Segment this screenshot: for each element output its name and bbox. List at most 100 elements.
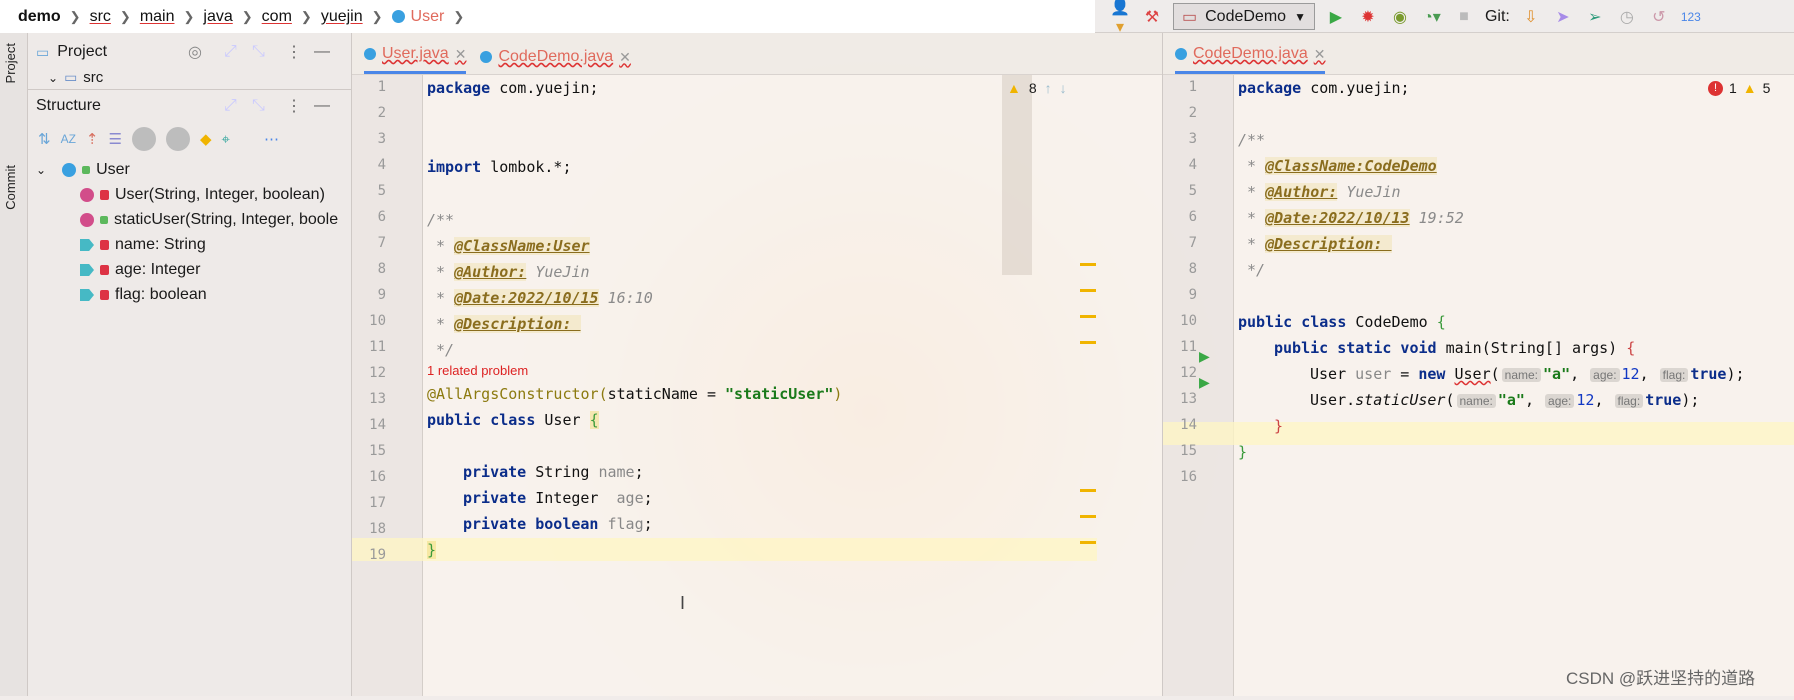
sort-visibility-icon[interactable]: ⇅ bbox=[38, 130, 51, 148]
close-icon[interactable]: ✕ bbox=[619, 49, 631, 66]
code-line[interactable]: private String name; bbox=[463, 463, 644, 481]
git-update-icon[interactable]: ⇩ bbox=[1520, 7, 1542, 27]
minimize-icon[interactable]: — bbox=[314, 43, 330, 61]
code-line[interactable]: private Integer age; bbox=[463, 489, 653, 507]
profiler-icon[interactable]: ◔▾ bbox=[1421, 7, 1443, 27]
code-line[interactable]: User user = new User(name: "a", age: 12, f… bbox=[1310, 365, 1745, 383]
comment-text: YueJin bbox=[1337, 183, 1401, 201]
breadcrumb-item[interactable]: demo bbox=[18, 8, 61, 26]
code-text: , bbox=[1524, 391, 1544, 409]
git-commit-icon[interactable]: ➢ bbox=[1584, 7, 1606, 27]
commit-tab[interactable]: Commit bbox=[3, 165, 18, 210]
show-fields-icon[interactable]: ☰ bbox=[109, 130, 122, 148]
arrow-up-icon[interactable]: ↑ bbox=[1045, 80, 1052, 96]
filter-icon[interactable] bbox=[165, 127, 190, 151]
code-line[interactable]: @AllArgsConstructor(staticName = "static… bbox=[427, 385, 842, 403]
close-icon[interactable]: ✕ bbox=[1314, 46, 1326, 63]
coverage-icon[interactable]: ◉ bbox=[1389, 7, 1411, 27]
close-icon[interactable]: ✕ bbox=[455, 46, 467, 63]
comment-line[interactable]: * @Description: bbox=[427, 315, 581, 333]
tree-item-src[interactable]: ⌄ ▭ src bbox=[48, 69, 103, 86]
comment-line[interactable]: */ bbox=[1238, 261, 1265, 279]
run-config-select[interactable]: ▭ CodeDemo ▼ bbox=[1173, 3, 1315, 30]
collapse-icon[interactable]: ⤡ bbox=[252, 43, 265, 61]
line-number: 13 bbox=[1180, 391, 1197, 407]
structure-item[interactable]: name: String bbox=[80, 236, 206, 254]
show-inherited-icon[interactable]: ⇡ bbox=[86, 130, 99, 148]
code-line[interactable]: } bbox=[1274, 417, 1283, 435]
history-icon[interactable]: ◷ bbox=[1616, 7, 1638, 27]
comment-line[interactable]: * @Author: YueJin bbox=[1238, 183, 1401, 201]
breadcrumb-item[interactable]: main bbox=[140, 8, 175, 26]
comment-line[interactable]: * @Description: bbox=[1238, 235, 1392, 253]
keyword: true bbox=[1690, 365, 1727, 383]
more-icon[interactable]: ⋯ bbox=[264, 130, 279, 148]
autoscroll-icon[interactable]: ⌖ bbox=[222, 131, 230, 148]
brace: { bbox=[589, 411, 599, 429]
collapse-icon[interactable]: ⤡ bbox=[252, 97, 265, 115]
class-icon bbox=[391, 10, 405, 23]
code-line[interactable]: User.staticUser(name: "a", age: 12, flag: t… bbox=[1310, 391, 1699, 409]
expand-icon[interactable]: ⤢ bbox=[224, 97, 237, 115]
warning-stripe bbox=[1080, 315, 1096, 318]
structure-item[interactable]: User(String, Integer, boolean) bbox=[80, 186, 325, 204]
code-line[interactable]: } bbox=[427, 541, 437, 559]
stop-icon[interactable]: ■ bbox=[1453, 8, 1475, 26]
structure-item[interactable]: flag: boolean bbox=[80, 286, 207, 304]
run-gutter-icon[interactable]: ▶ bbox=[1199, 374, 1210, 391]
comment-line[interactable]: * @Date:2022/10/13 19:52 bbox=[1238, 209, 1464, 227]
code-line[interactable]: import lombok.*; bbox=[427, 158, 572, 176]
breadcrumb-item[interactable]: com bbox=[262, 8, 292, 26]
code-line[interactable]: public class User { bbox=[427, 411, 599, 429]
breadcrumb-item[interactable]: yuejin bbox=[321, 8, 363, 26]
inspection-widget[interactable]: ! 1 ▲ 5 bbox=[1708, 80, 1770, 96]
diamond-icon[interactable]: ◆ bbox=[200, 130, 212, 148]
comment-line[interactable]: /** bbox=[1238, 131, 1265, 149]
code-line[interactable]: public static void main(String[] args) { bbox=[1274, 339, 1635, 357]
minimize-icon[interactable]: — bbox=[314, 97, 330, 115]
project-panel-title[interactable]: Project bbox=[57, 43, 107, 61]
project-tab[interactable]: Project bbox=[3, 43, 18, 83]
filter-icon[interactable] bbox=[131, 127, 156, 151]
minimap bbox=[1002, 75, 1032, 275]
code-line[interactable]: public class CodeDemo { bbox=[1238, 313, 1446, 331]
sort-alpha-icon[interactable]: AZ bbox=[61, 132, 76, 146]
chevron-right-icon: ❯ bbox=[300, 8, 312, 24]
code-line[interactable]: package com.yuejin; bbox=[427, 79, 599, 97]
more-icon[interactable]: ⋮ bbox=[286, 96, 302, 116]
git-push-icon[interactable]: ➤ bbox=[1552, 7, 1574, 27]
breadcrumb-item[interactable]: java bbox=[203, 8, 232, 26]
comment-line[interactable]: * @ClassName:CodeDemo bbox=[1238, 157, 1437, 175]
arrow-down-icon[interactable]: ↓ bbox=[1060, 80, 1067, 96]
structure-item[interactable]: age: Integer bbox=[80, 261, 200, 279]
comment-line[interactable]: * @Author: YueJin bbox=[427, 263, 590, 281]
more-icon[interactable]: ⋮ bbox=[286, 42, 302, 62]
expand-icon[interactable]: ⤢ bbox=[224, 43, 237, 61]
comment-line[interactable]: /** bbox=[427, 211, 454, 229]
code-line[interactable]: } bbox=[1238, 443, 1247, 461]
structure-panel-title[interactable]: Structure bbox=[36, 97, 101, 115]
user-icon[interactable]: 👤▾ bbox=[1109, 0, 1131, 37]
inspection-widget[interactable]: ▲ 8 ↑ ↓ bbox=[1007, 80, 1067, 96]
hammer-icon[interactable]: ⚒ bbox=[1141, 7, 1163, 27]
code-line[interactable]: package com.yuejin; bbox=[1238, 79, 1410, 97]
comment-line[interactable]: * @Date:2022/10/15 16:10 bbox=[427, 289, 653, 307]
code-line[interactable]: private boolean flag; bbox=[463, 515, 653, 533]
structure-root[interactable]: ⌄ User bbox=[36, 161, 130, 179]
run-icon[interactable]: ▶ bbox=[1325, 7, 1347, 27]
comment-line[interactable]: * @ClassName:User bbox=[427, 237, 590, 255]
tab-user-java[interactable]: User.java ✕ bbox=[364, 37, 467, 74]
field-name: age bbox=[616, 489, 644, 507]
related-problem-hint[interactable]: 1 related problem bbox=[427, 363, 528, 378]
locate-icon[interactable]: ◎ bbox=[188, 42, 202, 62]
run-gutter-icon[interactable]: ▶ bbox=[1199, 348, 1210, 365]
tab-codedemo-java[interactable]: CodeDemo.java ✕ bbox=[1175, 37, 1326, 74]
comment-line[interactable]: */ bbox=[427, 341, 454, 359]
rollback-icon[interactable]: ↺ bbox=[1648, 7, 1670, 27]
debug-icon[interactable]: ✹ bbox=[1357, 7, 1379, 27]
breadcrumb-item[interactable]: User bbox=[411, 8, 445, 26]
structure-item[interactable]: staticUser(String, Integer, boole bbox=[80, 211, 338, 229]
breadcrumb-item[interactable]: src bbox=[90, 8, 111, 26]
code-with-me-icon[interactable]: 123 bbox=[1680, 10, 1702, 24]
tab-codedemo-java[interactable]: CodeDemo.java ✕ bbox=[480, 40, 631, 74]
